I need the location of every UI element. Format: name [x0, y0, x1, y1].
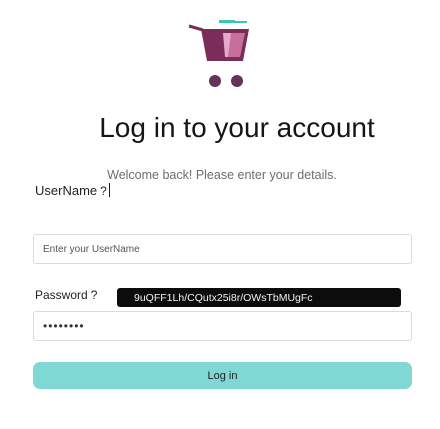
shopping-cart-icon: [188, 20, 249, 87]
password-label: Password?: [35, 288, 97, 302]
username-placeholder: Enter your UserName: [43, 243, 140, 255]
login-page: Log in to your account Welcome back! Ple…: [0, 0, 440, 429]
password-input[interactable]: ••••••••: [33, 311, 412, 341]
text-cursor-icon: [108, 183, 110, 197]
password-tooltip: 9uQFF1Lh/CQutx25i8r/OWsTbMUgFc: [117, 288, 401, 307]
login-button[interactable]: Log in: [33, 362, 412, 389]
username-label: UserName?: [35, 183, 110, 198]
password-label-text: Password: [35, 288, 88, 302]
page-title: Log in to your account: [99, 112, 375, 143]
page-subtitle: Welcome back! Please enter your details.: [107, 168, 337, 182]
password-help-icon[interactable]: ?: [91, 288, 98, 302]
password-masked-value: ••••••••: [43, 319, 85, 333]
username-help-icon[interactable]: ?: [100, 184, 107, 198]
username-label-text: UserName: [35, 183, 98, 198]
username-input[interactable]: Enter your UserName: [33, 234, 412, 264]
